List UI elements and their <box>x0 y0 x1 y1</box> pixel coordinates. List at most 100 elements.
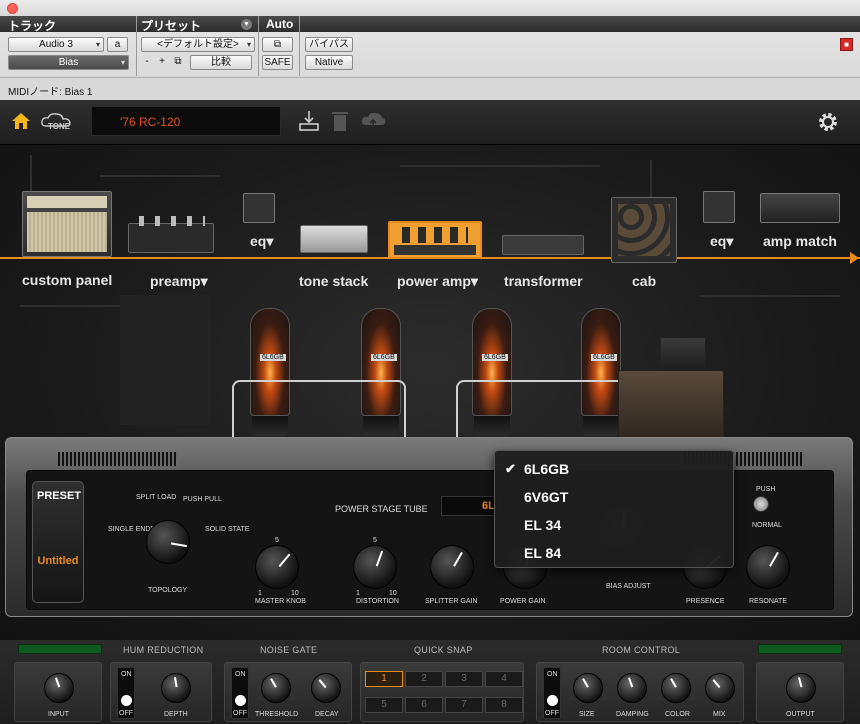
custom-panel-module[interactable] <box>22 191 112 257</box>
power-stage-tube-value: 6L <box>482 500 495 512</box>
quick-snap-6[interactable]: 6 <box>405 697 443 713</box>
insert-selector[interactable]: Bias ▾ <box>8 55 129 70</box>
splitter-gain-label: SPLITTER GAIN <box>425 598 478 605</box>
tube-option-6l6gb[interactable]: ✔ 6L6GB <box>495 455 733 483</box>
knob-indicator <box>769 551 779 567</box>
home-icon[interactable] <box>11 112 31 130</box>
master-knob[interactable] <box>255 545 299 589</box>
splitter-gain-knob[interactable] <box>430 545 474 589</box>
tone-stack-label[interactable]: tone stack <box>299 273 368 289</box>
resonate-knob[interactable] <box>746 545 790 589</box>
safe-button[interactable]: SAFE <box>262 55 293 70</box>
topology-solid-state[interactable]: SOLID STATE <box>205 526 249 533</box>
custom-panel-label[interactable]: custom panel <box>22 272 112 288</box>
amp-match-label[interactable]: amp match <box>763 233 837 249</box>
power-gain-label: POWER GAIN <box>500 598 546 605</box>
quick-snap-5[interactable]: 5 <box>365 697 403 713</box>
auto-header: Auto <box>266 17 294 31</box>
mix-knob[interactable] <box>705 673 735 703</box>
preset-next-button[interactable]: + <box>156 55 168 70</box>
output-knob[interactable] <box>786 673 816 703</box>
cab-label[interactable]: cab <box>632 273 656 289</box>
preset-selector[interactable]: <デフォルト設定> ▾ <box>141 37 255 52</box>
tube-option-6v6gt[interactable]: 6V6GT <box>495 483 733 511</box>
tube-option-label: EL 34 <box>524 517 562 533</box>
topology-push-pull[interactable]: PUSH PULL <box>183 496 222 503</box>
tone-cloud-icon[interactable]: TONE <box>40 112 74 134</box>
preset-prev-button[interactable]: - <box>141 55 153 70</box>
eq-label-1[interactable]: eq▾ <box>250 233 273 250</box>
power-amp-label[interactable]: power amp▾ <box>397 273 478 290</box>
tone-stack-module[interactable] <box>300 225 368 253</box>
preset-name-field[interactable]: '76 RC-120 <box>91 106 281 136</box>
save-download-icon[interactable] <box>298 109 320 139</box>
midi-node-label: MIDIノード: Bias 1 <box>8 87 93 98</box>
push-normal-switch[interactable] <box>753 496 769 512</box>
preset-select-value: <デフォルト設定> <box>157 39 239 50</box>
room-control-panel: ON OFF SIZE DAMPING COLOR MIX <box>536 662 744 722</box>
input-knob[interactable] <box>44 673 74 703</box>
preset-box[interactable]: PRESET Untitled <box>32 481 84 603</box>
switch-on-label: ON <box>547 671 558 678</box>
preset-menu-icon[interactable]: ▼ <box>241 19 252 30</box>
cloud-upload-icon[interactable] <box>360 110 386 138</box>
settings-gear-icon[interactable] <box>816 110 840 140</box>
copy-icon[interactable]: ⧉ <box>171 55 185 70</box>
eq-module-1[interactable] <box>243 193 275 223</box>
quick-snap-4[interactable]: 4 <box>485 671 523 687</box>
quick-snap-8[interactable]: 8 <box>485 697 523 713</box>
tube-option-el84[interactable]: EL 84 <box>495 539 733 567</box>
switch-dot <box>121 695 132 706</box>
plugin-close-icon[interactable]: ■ <box>840 38 853 51</box>
power-stage-tube-select[interactable]: 6L <box>441 496 501 516</box>
distortion-knob[interactable] <box>353 545 397 589</box>
knob-indicator <box>582 678 589 688</box>
damping-knob[interactable] <box>617 673 647 703</box>
color-knob[interactable] <box>661 673 691 703</box>
output-panel: OUTPUT <box>756 662 844 722</box>
close-window-button[interactable] <box>7 3 18 14</box>
native-button[interactable]: Native <box>305 55 353 70</box>
distortion-scale-mid: 5 <box>373 537 377 544</box>
preamp-module[interactable] <box>128 216 214 253</box>
eq-module-2[interactable] <box>703 191 735 223</box>
midi-node-row: MIDIノード: Bias 1 <box>0 77 860 100</box>
preset-box-title: PRESET <box>37 490 82 502</box>
noise-gate-switch[interactable]: ON OFF <box>231 667 249 719</box>
hum-reduction-switch[interactable]: ON OFF <box>117 667 135 719</box>
cab-module[interactable] <box>611 197 677 263</box>
transformer-label[interactable]: transformer <box>504 273 583 289</box>
automation-icon[interactable]: ⧉ <box>262 37 293 52</box>
transformer-module[interactable] <box>502 235 584 255</box>
master-scale-min: 1 <box>258 590 262 597</box>
tube-label: 6L6GB <box>260 354 286 361</box>
compare-button[interactable]: 比較 <box>190 55 252 70</box>
chain-arrow-icon <box>850 252 859 264</box>
decay-knob[interactable] <box>311 673 341 703</box>
size-label: SIZE <box>579 711 595 718</box>
chevron-down-icon: ▾ <box>246 40 251 49</box>
tube-option-el34[interactable]: EL 34 <box>495 511 733 539</box>
depth-label: DEPTH <box>164 711 188 718</box>
room-control-switch[interactable]: ON OFF <box>543 667 561 719</box>
quick-snap-7[interactable]: 7 <box>445 697 483 713</box>
trash-icon[interactable] <box>330 109 350 139</box>
switch-off-label: OFF <box>119 710 133 717</box>
topology-split-load[interactable]: SPLIT LOAD <box>136 494 176 501</box>
quick-snap-2[interactable]: 2 <box>405 671 443 687</box>
amp-match-module[interactable] <box>760 193 840 223</box>
topology-knob[interactable] <box>146 520 190 564</box>
power-amp-module[interactable] <box>388 221 482 259</box>
track-letter-button[interactable]: a <box>107 37 128 52</box>
threshold-knob[interactable] <box>261 673 291 703</box>
bypass-button[interactable]: バイパス <box>305 37 353 52</box>
track-selector[interactable]: Audio 3 ▾ <box>8 37 104 52</box>
knob-indicator <box>270 678 277 688</box>
quick-snap-3[interactable]: 3 <box>445 671 483 687</box>
track-header: トラック <box>8 19 57 33</box>
quick-snap-1[interactable]: 1 <box>365 671 403 687</box>
size-knob[interactable] <box>573 673 603 703</box>
eq-label-2[interactable]: eq▾ <box>710 233 733 250</box>
depth-knob[interactable] <box>161 673 191 703</box>
preamp-label[interactable]: preamp▾ <box>150 273 208 290</box>
